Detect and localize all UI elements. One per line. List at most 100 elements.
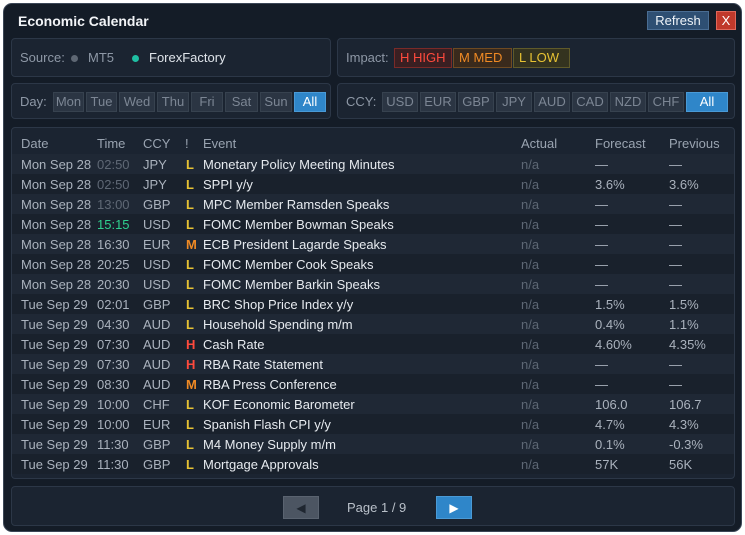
cell-impact: L (186, 417, 194, 432)
day-tue-button[interactable]: Tue (86, 92, 117, 112)
cell-time: 02:50 (97, 177, 130, 192)
table-row[interactable]: Mon Sep 28 16:30 EUR M ECB President Lagarde… (12, 234, 734, 254)
cell-event: ECB President Lagarde Speaks (203, 237, 387, 252)
header-forecast: Forecast (595, 136, 646, 151)
cell-actual: n/a (521, 457, 540, 472)
ccy-nzd-button[interactable]: NZD (610, 92, 646, 112)
cell-impact: M (186, 237, 197, 252)
table-row[interactable]: Tue Sep 29 04:30 AUD L Household Spending m/… (12, 314, 734, 334)
table-row[interactable]: Mon Sep 28 13:00 GBP L MPC Member Ramsden Sp… (12, 194, 734, 214)
cell-actual: n/a (521, 157, 540, 172)
cell-previous: — (669, 257, 682, 272)
cell-time: 15:15 (97, 217, 130, 232)
day-filter-panel: Day: Mon Tue Wed Thu Fri Sat Sun All (11, 83, 331, 119)
impact-panel: Impact: H HIGH M MED L LOW (337, 38, 735, 77)
day-thu-button[interactable]: Thu (157, 92, 189, 112)
cell-forecast: 4.7% (595, 417, 625, 432)
impact-med-toggle[interactable]: M MED (453, 48, 512, 68)
cell-time: 07:30 (97, 337, 130, 352)
cell-date: Tue Sep 29 (21, 417, 88, 432)
table-row[interactable]: Tue Sep 29 11:30 GBP L M4 Money Supply m/m n/… (12, 434, 734, 454)
economic-calendar-window: Economic Calendar Refresh X Source: MT5 … (3, 3, 742, 532)
cell-event: M4 Money Supply m/m (203, 437, 336, 452)
table-row[interactable]: Tue Sep 29 07:30 AUD H RBA Rate Statement n/a… (12, 354, 734, 374)
cell-impact: M (186, 377, 197, 392)
cell-actual: n/a (521, 377, 540, 392)
day-mon-button[interactable]: Mon (53, 92, 84, 112)
cell-ccy: GBP (143, 457, 171, 472)
source-mt5-label[interactable]: MT5 (88, 50, 114, 65)
table-row[interactable]: Tue Sep 29 11:30 GBP L Mortgage Approvals n/a… (12, 454, 734, 474)
cell-time: 13:00 (97, 197, 130, 212)
cell-time: 20:25 (97, 257, 130, 272)
ccy-chf-button[interactable]: CHF (648, 92, 684, 112)
cell-date: Tue Sep 29 (21, 317, 88, 332)
cell-previous: -0.3% (669, 437, 703, 452)
ccy-usd-button[interactable]: USD (382, 92, 418, 112)
cell-actual: n/a (521, 317, 540, 332)
table-row[interactable]: Mon Sep 28 20:25 USD L FOMC Member Cook Spea… (12, 254, 734, 274)
cell-ccy: USD (143, 217, 171, 232)
cell-ccy: GBP (143, 197, 171, 212)
cell-ccy: AUD (143, 357, 171, 372)
cell-ccy: GBP (143, 437, 171, 452)
cell-event: Monetary Policy Meeting Minutes (203, 157, 395, 172)
impact-label: Impact: (346, 50, 389, 65)
cell-forecast: 0.1% (595, 437, 625, 452)
cell-event: Household Spending m/m (203, 317, 353, 332)
cell-impact: L (186, 197, 194, 212)
ccy-eur-button[interactable]: EUR (420, 92, 456, 112)
cell-date: Mon Sep 28 (21, 257, 92, 272)
cell-actual: n/a (521, 337, 540, 352)
source-mt5-radio[interactable] (71, 55, 78, 62)
day-fri-button[interactable]: Fri (191, 92, 223, 112)
cell-date: Tue Sep 29 (21, 357, 88, 372)
close-button[interactable]: X (716, 11, 736, 30)
cell-forecast: — (595, 157, 608, 172)
day-all-button[interactable]: All (294, 92, 326, 112)
cell-date: Mon Sep 28 (21, 237, 92, 252)
cell-event: FOMC Member Cook Speaks (203, 257, 374, 272)
table-row[interactable]: Tue Sep 29 07:30 AUD H Cash Rate n/a 4.60% 4.35… (12, 334, 734, 354)
prev-page-button[interactable]: ◀ (283, 496, 319, 519)
header-ccy: CCY (143, 136, 171, 151)
cell-date: Tue Sep 29 (21, 457, 88, 472)
source-forexfactory-radio[interactable] (132, 55, 139, 62)
ccy-jpy-button[interactable]: JPY (496, 92, 532, 112)
next-page-button[interactable]: ▶ (436, 496, 472, 519)
impact-low-toggle[interactable]: L LOW (513, 48, 570, 68)
table-row[interactable]: Tue Sep 29 08:30 AUD M RBA Press Conference n… (12, 374, 734, 394)
cell-forecast: — (595, 377, 608, 392)
cell-date: Mon Sep 28 (21, 177, 92, 192)
header-time: Time (97, 136, 126, 151)
table-row[interactable]: Mon Sep 28 02:50 JPY L SPPI y/y n/a 3.6% 3.6% (12, 174, 734, 194)
cell-previous: 1.1% (669, 317, 699, 332)
cell-previous: — (669, 217, 682, 232)
impact-high-toggle[interactable]: H HIGH (394, 48, 452, 68)
cell-impact: L (186, 317, 194, 332)
cell-previous: — (669, 237, 682, 252)
cell-forecast: — (595, 357, 608, 372)
table-row[interactable]: Tue Sep 29 10:00 CHF L KOF Economic Baromete… (12, 394, 734, 414)
source-forexfactory-label[interactable]: ForexFactory (149, 50, 226, 65)
table-row[interactable]: Tue Sep 29 02:01 GBP L BRC Shop Price Index … (12, 294, 734, 314)
ccy-cad-button[interactable]: CAD (572, 92, 608, 112)
header-previous: Previous (669, 136, 720, 151)
table-row[interactable]: Tue Sep 29 10:00 EUR L Spanish Flash CPI y/y… (12, 414, 734, 434)
cell-forecast: 106.0 (595, 397, 628, 412)
ccy-aud-button[interactable]: AUD (534, 92, 570, 112)
table-row[interactable]: Mon Sep 28 20:30 USD L FOMC Member Barkin Sp… (12, 274, 734, 294)
cell-ccy: EUR (143, 417, 171, 432)
day-wed-button[interactable]: Wed (119, 92, 155, 112)
cell-impact: L (186, 437, 194, 452)
cell-previous: — (669, 197, 682, 212)
cell-date: Tue Sep 29 (21, 397, 88, 412)
day-sat-button[interactable]: Sat (225, 92, 258, 112)
day-sun-button[interactable]: Sun (260, 92, 292, 112)
table-row[interactable]: Mon Sep 28 15:15 USD L FOMC Member Bowman Sp… (12, 214, 734, 234)
ccy-all-button[interactable]: All (686, 92, 728, 112)
table-row[interactable]: Mon Sep 28 02:50 JPY L Monetary Policy Meeti… (12, 154, 734, 174)
refresh-button[interactable]: Refresh (647, 11, 709, 30)
source-label: Source: (20, 50, 65, 65)
ccy-gbp-button[interactable]: GBP (458, 92, 494, 112)
